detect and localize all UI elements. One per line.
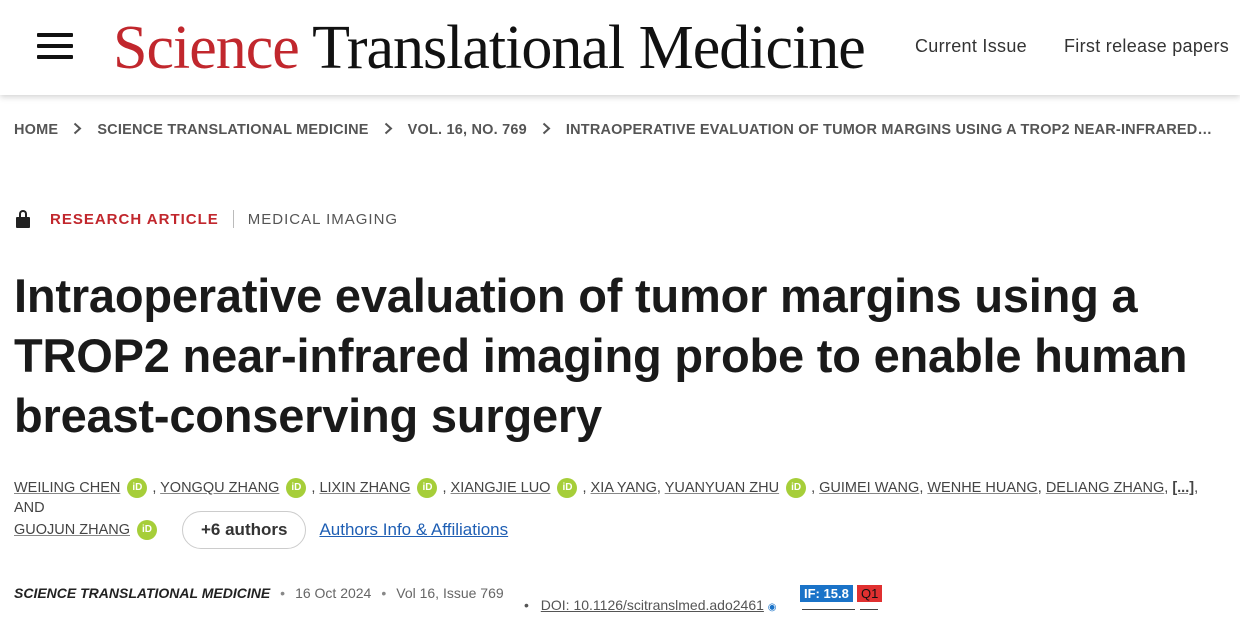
quartile-badge[interactable]: Q1 bbox=[857, 585, 883, 602]
lock-icon bbox=[16, 210, 30, 228]
chevron-right-icon bbox=[542, 122, 551, 138]
wireless-icon: ◉ bbox=[767, 602, 777, 613]
article-subject[interactable]: MEDICAL IMAGING bbox=[248, 211, 398, 228]
author-name[interactable]: YUANYUAN ZHU bbox=[665, 480, 779, 496]
author-name[interactable]: GUIMEI WANG bbox=[819, 480, 919, 496]
author-name[interactable]: DELIANG ZHANG bbox=[1046, 480, 1164, 496]
author-name[interactable]: XIANGJIE LUO bbox=[451, 480, 551, 496]
author-list-line2: GUOJUN ZHANG iD +6 authors Authors Info … bbox=[14, 511, 508, 549]
breadcrumb-issue[interactable]: VOL. 16, NO. 769 bbox=[408, 122, 527, 138]
breadcrumb-home[interactable]: HOME bbox=[14, 122, 58, 138]
impact-factor-badge[interactable]: IF: 15.8 bbox=[800, 585, 853, 602]
breadcrumb-current: INTRAOPERATIVE EVALUATION OF TUMOR MARGI… bbox=[565, 122, 1213, 138]
author-name[interactable]: YONGQU ZHANG bbox=[160, 480, 279, 496]
more-authors-button[interactable]: +6 authors bbox=[182, 511, 307, 549]
divider bbox=[232, 210, 234, 228]
divider bbox=[802, 609, 855, 610]
article-type[interactable]: RESEARCH ARTICLE bbox=[50, 211, 219, 228]
citation-date: 16 Oct 2024 bbox=[295, 585, 372, 601]
orcid-icon[interactable]: iD bbox=[557, 478, 578, 499]
site-logo[interactable]: Science Translational Medicine bbox=[113, 13, 866, 83]
separator-dot: • bbox=[280, 585, 286, 601]
doi-line: • DOI: 10.1126/scitranslmed.ado2461 ◉ bbox=[524, 597, 777, 613]
authors-affiliations-link[interactable]: Authors Info & Affiliations bbox=[319, 520, 508, 540]
citation-line: SCIENCE TRANSLATIONAL MEDICINE • 16 Oct … bbox=[14, 585, 504, 601]
orcid-icon[interactable]: iD bbox=[286, 478, 307, 499]
breadcrumb-journal[interactable]: SCIENCE TRANSLATIONAL MEDICINE bbox=[97, 122, 368, 138]
orcid-icon[interactable]: iD bbox=[127, 478, 148, 499]
author-name[interactable]: XIA YANG bbox=[591, 480, 657, 496]
separator-dot: • bbox=[524, 597, 529, 613]
chevron-right-icon bbox=[384, 122, 393, 138]
menu-icon[interactable] bbox=[37, 33, 73, 61]
citation-volume[interactable]: Vol 16, Issue 769 bbox=[396, 585, 503, 601]
site-header: Science Translational Medicine Current I… bbox=[0, 0, 1240, 95]
article-meta: RESEARCH ARTICLE MEDICAL IMAGING bbox=[16, 210, 398, 228]
orcid-icon[interactable]: iD bbox=[786, 478, 807, 499]
author-name[interactable]: WENHE HUANG bbox=[927, 480, 1037, 496]
citation-journal: SCIENCE TRANSLATIONAL MEDICINE bbox=[14, 585, 271, 601]
author-name[interactable]: GUOJUN ZHANG bbox=[14, 522, 130, 538]
author-name[interactable]: LIXIN ZHANG bbox=[319, 480, 410, 496]
orcid-icon[interactable]: iD bbox=[417, 478, 438, 499]
author-ellipsis[interactable]: [...] bbox=[1172, 480, 1194, 496]
article-title: Intraoperative evaluation of tumor margi… bbox=[14, 269, 1188, 442]
orcid-icon[interactable]: iD bbox=[137, 520, 157, 540]
nav-first-release-papers[interactable]: First release papers bbox=[1064, 36, 1229, 57]
breadcrumb: HOME SCIENCE TRANSLATIONAL MEDICINE VOL.… bbox=[14, 122, 1212, 138]
divider bbox=[860, 609, 878, 610]
logo-science: Science bbox=[113, 14, 300, 82]
nav-current-issue[interactable]: Current Issue bbox=[915, 36, 1027, 57]
doi-link[interactable]: DOI: 10.1126/scitranslmed.ado2461 bbox=[541, 597, 764, 613]
author-name[interactable]: WEILING CHEN bbox=[14, 480, 120, 496]
separator-dot: • bbox=[381, 585, 387, 601]
chevron-right-icon bbox=[73, 122, 82, 138]
logo-translational-medicine: Translational Medicine bbox=[312, 14, 866, 82]
